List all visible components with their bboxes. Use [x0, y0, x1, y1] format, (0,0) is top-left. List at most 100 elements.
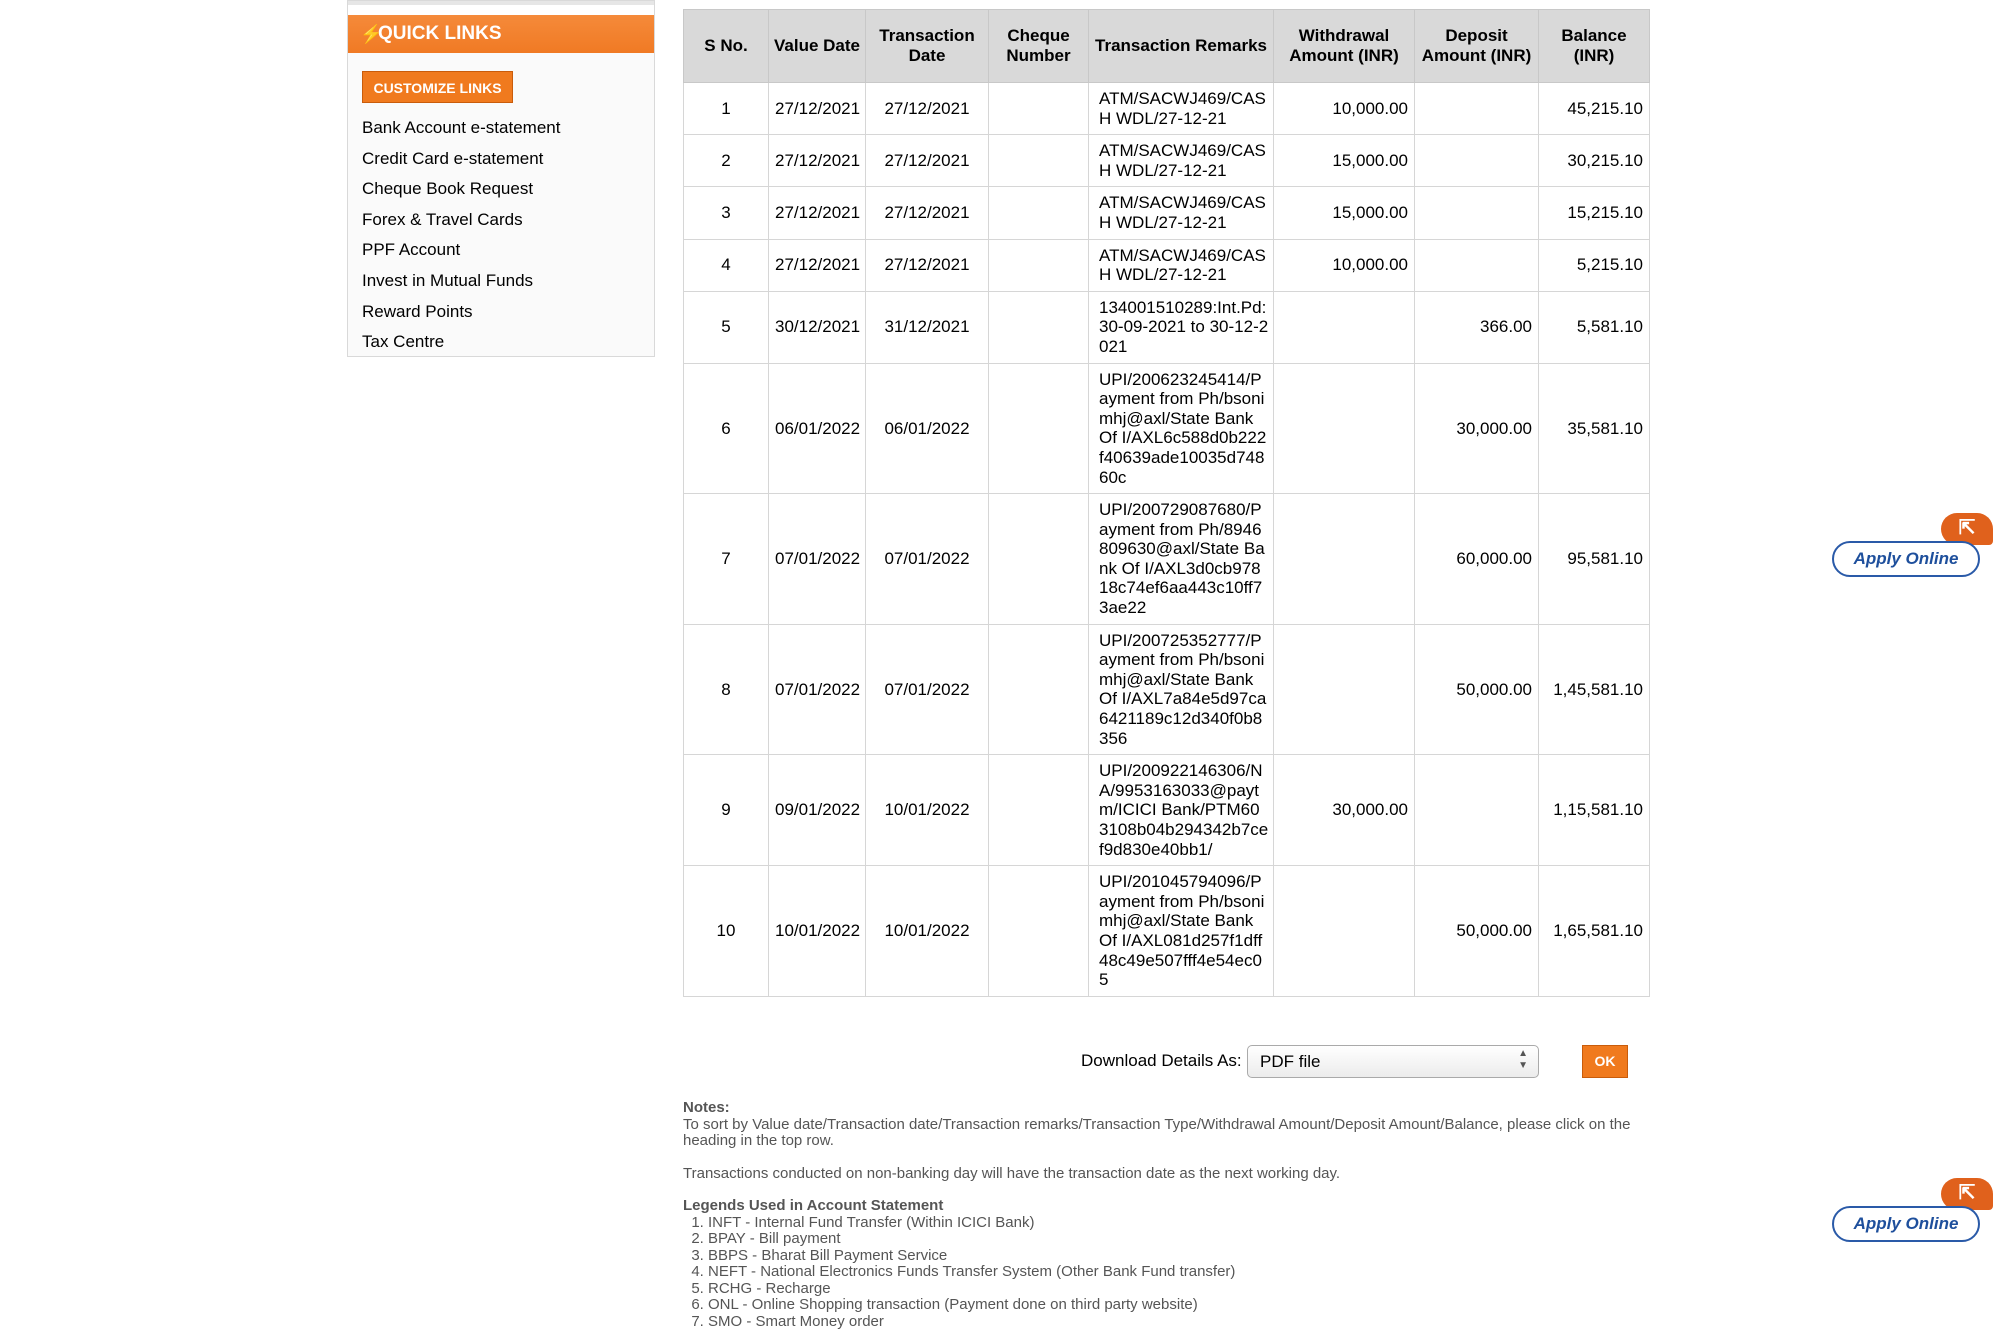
column-header[interactable]: Withdrawal Amount (INR): [1273, 9, 1415, 83]
cheque-number-cell: [988, 623, 1089, 756]
transaction-date-cell: 10/01/2022: [865, 865, 989, 997]
withdrawal-amount-cell: [1273, 865, 1415, 997]
legend-item: BPAY - Bill payment: [708, 1230, 1649, 1248]
legends-list: INFT - Internal Fund Transfer (Within IC…: [683, 1214, 1649, 1331]
value-date-cell: 27/12/2021: [768, 81, 866, 136]
transaction-date-cell: 10/01/2022: [865, 754, 989, 867]
balance-cell: 5,581.10: [1538, 290, 1650, 364]
quick-links-panel: ⚡ QUICK LINKS CUSTOMIZE LINKS Bank Accou…: [347, 0, 655, 357]
cheque-number-cell: [988, 493, 1089, 625]
column-header[interactable]: Cheque Number: [988, 9, 1089, 83]
transaction-date-cell: 27/12/2021: [865, 81, 989, 136]
serial-number-cell: 7: [683, 493, 769, 625]
apply-online-button[interactable]: Apply Online: [1832, 541, 1980, 577]
cheque-number-cell: [988, 290, 1089, 364]
download-format-select[interactable]: PDF file ▲ ▼: [1247, 1045, 1539, 1078]
transaction-remarks-cell: UPI/200623245414/Payment from Ph/bsonimh…: [1088, 362, 1274, 495]
value-date-cell: 30/12/2021: [768, 290, 866, 364]
sort-note: To sort by Value date/Transaction date/T…: [683, 1115, 1631, 1149]
column-header[interactable]: Deposit Amount (INR): [1414, 9, 1539, 83]
serial-number-cell: 8: [683, 623, 769, 756]
table-row: 1 27/12/2021 27/12/2021 ATM/SACWJ469/CASH W…: [683, 81, 1650, 136]
transaction-date-cell: 07/01/2022: [865, 493, 989, 625]
download-label: Download Details As:: [1081, 1051, 1242, 1070]
notes-heading: Notes:: [683, 1099, 730, 1116]
withdrawal-amount-cell: [1273, 623, 1415, 756]
transaction-remarks-cell: UPI/200729087680/Payment from Ph/8946809…: [1088, 493, 1274, 625]
legend-item: NEFT - National Electronics Funds Transf…: [708, 1263, 1649, 1281]
deposit-amount-cell: [1414, 81, 1539, 136]
balance-cell: 5,215.10: [1538, 238, 1650, 292]
legend-item: ONL - Online Shopping transaction (Payme…: [708, 1296, 1649, 1314]
balance-cell: 45,215.10: [1538, 81, 1650, 136]
value-date-cell: 10/01/2022: [768, 865, 866, 997]
column-header[interactable]: Value Date: [768, 9, 866, 83]
table-row: 5 30/12/2021 31/12/2021 134001510289:Int.Pd…: [683, 290, 1650, 364]
select-arrows-icon: ▲ ▼: [1518, 1048, 1528, 1071]
table-header-row: S No. Value Date Transaction Date Cheque Nu…: [683, 9, 1650, 83]
balance-cell: 30,215.10: [1538, 134, 1650, 188]
transaction-date-cell: 27/12/2021: [865, 186, 989, 240]
value-date-cell: 06/01/2022: [768, 362, 866, 495]
quick-link-item[interactable]: Credit Card e-statement: [362, 144, 560, 175]
balance-cell: 1,45,581.10: [1538, 623, 1650, 756]
serial-number-cell: 9: [683, 754, 769, 867]
value-date-cell: 07/01/2022: [768, 493, 866, 625]
table-row: 9 09/01/2022 10/01/2022 UPI/200922146306/NA…: [683, 754, 1650, 867]
serial-number-cell: 1: [683, 81, 769, 136]
column-header[interactable]: Transaction Remarks: [1088, 9, 1274, 83]
serial-number-cell: 6: [683, 362, 769, 495]
transaction-remarks-cell: UPI/201045794096/Payment from Ph/bsonimh…: [1088, 865, 1274, 997]
table-row: 4 27/12/2021 27/12/2021 ATM/SACWJ469/CASH W…: [683, 238, 1650, 292]
withdrawal-amount-cell: 15,000.00: [1273, 134, 1415, 188]
withdrawal-amount-cell: [1273, 362, 1415, 495]
deposit-amount-cell: 50,000.00: [1414, 623, 1539, 756]
deposit-amount-cell: [1414, 754, 1539, 867]
deposit-amount-cell: 366.00: [1414, 290, 1539, 364]
withdrawal-amount-cell: [1273, 493, 1415, 625]
customize-links-button[interactable]: CUSTOMIZE LINKS: [362, 71, 513, 103]
withdrawal-amount-cell: 15,000.00: [1273, 186, 1415, 240]
value-date-cell: 27/12/2021: [768, 238, 866, 292]
value-date-cell: 09/01/2022: [768, 754, 866, 867]
transaction-remarks-cell: UPI/200922146306/NA/9953163033@paytm/ICI…: [1088, 754, 1274, 867]
transaction-remarks-cell: UPI/200725352777/Payment from Ph/bsonimh…: [1088, 623, 1274, 756]
quick-link-item[interactable]: Cheque Book Request: [362, 174, 560, 205]
quick-link-item[interactable]: Forex & Travel Cards: [362, 205, 560, 236]
transaction-date-cell: 07/01/2022: [865, 623, 989, 756]
table-row: 10 10/01/2022 10/01/2022 UPI/201045794096/P…: [683, 865, 1650, 997]
column-header[interactable]: Balance (INR): [1538, 9, 1650, 83]
legend-item: BBPS - Bharat Bill Payment Service: [708, 1247, 1649, 1265]
serial-number-cell: 4: [683, 238, 769, 292]
transaction-remarks-cell: ATM/SACWJ469/CASH WDL/27-12-21: [1088, 81, 1274, 136]
quick-link-item[interactable]: Reward Points: [362, 297, 560, 328]
serial-number-cell: 10: [683, 865, 769, 997]
withdrawal-amount-cell: 30,000.00: [1273, 754, 1415, 867]
table-row: 3 27/12/2021 27/12/2021 ATM/SACWJ469/CASH W…: [683, 186, 1650, 240]
legend-item: RCHG - Recharge: [708, 1280, 1649, 1298]
column-header[interactable]: S No.: [683, 9, 769, 83]
serial-number-cell: 2: [683, 134, 769, 188]
cheque-number-cell: [988, 134, 1089, 188]
quick-link-item[interactable]: Bank Account e-statement: [362, 113, 560, 144]
lightning-icon: ⚡: [360, 24, 383, 44]
quick-link-item[interactable]: Invest in Mutual Funds: [362, 266, 560, 297]
cheque-number-cell: [988, 238, 1089, 292]
value-date-cell: 27/12/2021: [768, 134, 866, 188]
withdrawal-amount-cell: 10,000.00: [1273, 238, 1415, 292]
transaction-remarks-cell: 134001510289:Int.Pd:30-09-2021 to 30-12-…: [1088, 290, 1274, 364]
transaction-date-cell: 31/12/2021: [865, 290, 989, 364]
ok-button[interactable]: OK: [1582, 1045, 1628, 1078]
column-header[interactable]: Transaction Date: [865, 9, 989, 83]
table-row: 7 07/01/2022 07/01/2022 UPI/200729087680/Pa…: [683, 493, 1650, 625]
legend-item: INFT - Internal Fund Transfer (Within IC…: [708, 1214, 1649, 1232]
quick-link-item[interactable]: Tax Centre: [362, 327, 560, 358]
apply-online-button[interactable]: Apply Online: [1832, 1206, 1980, 1242]
table-body: 1 27/12/2021 27/12/2021 ATM/SACWJ469/CASH W…: [683, 81, 1650, 997]
nonbanking-note: Transactions conducted on non-banking da…: [683, 1164, 1341, 1182]
balance-cell: 1,65,581.10: [1538, 865, 1650, 997]
serial-number-cell: 5: [683, 290, 769, 364]
quick-link-item[interactable]: PPF Account: [362, 235, 560, 266]
notes-section: Notes: To sort by Value date/Transaction…: [683, 1099, 1649, 1331]
deposit-amount-cell: 30,000.00: [1414, 362, 1539, 495]
